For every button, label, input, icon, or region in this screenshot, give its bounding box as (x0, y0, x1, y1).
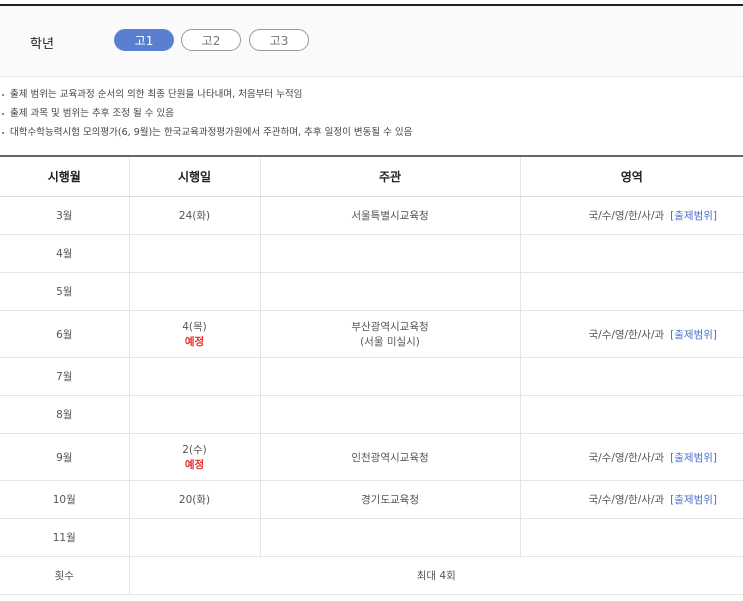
date-cell: 20(화) (128, 480, 260, 519)
month-cell: 3월 (0, 196, 129, 235)
grade-tab-3[interactable]: 고3 (249, 29, 309, 51)
scope-link[interactable]: [출제범위] (670, 494, 717, 506)
grade-tab-1[interactable]: 고1 (114, 29, 174, 51)
date-cell: 2(수) 예정 (128, 433, 260, 481)
grade-label: 학년 (30, 37, 54, 52)
area-text: 국/수/영/한/사/과 (588, 328, 665, 341)
header-date: 시행일 (128, 156, 260, 197)
table-row: 10월 20(화) 경기도교육청 국/수/영/한/사/과 [출제범위] (0, 480, 743, 519)
area-cell (519, 272, 743, 311)
table-row: 8월 (0, 395, 743, 434)
org-text: 서울특별시교육청 (351, 210, 429, 222)
header-org: 주관 (259, 156, 520, 197)
org-cell: 부산광역시교육청 (서울 미실시) (259, 310, 520, 358)
month-cell: 10월 (0, 480, 129, 519)
table-row: 7월 (0, 357, 743, 396)
date-cell (128, 234, 260, 273)
header-area: 영역 (519, 156, 743, 197)
area-cell (519, 395, 743, 434)
scope-link[interactable]: [출제범위] (670, 452, 717, 464)
schedule-table: 시행월 시행일 주관 영역 3월 24(화) 서울특별시교육청 국/수/영/한/… (0, 155, 743, 595)
org-cell (259, 272, 520, 311)
total-row: 횟수 최대 4회 (0, 556, 743, 595)
area-text: 국/수/영/한/사/과 (588, 451, 665, 464)
notes-list: 출제 범위는 교육과정 순서의 의한 최종 단원을 나타내며, 처음부터 누적임… (0, 77, 743, 142)
month-cell: 4월 (0, 234, 129, 273)
note: 출제 과목 및 범위는 추후 조정 될 수 있음 (0, 104, 743, 123)
org-cell: 경기도교육청 (259, 480, 520, 519)
date-cell (128, 395, 260, 434)
month-cell: 11월 (0, 518, 129, 557)
org-cell (259, 395, 520, 434)
total-value: 최대 4회 (128, 556, 743, 595)
date-cell (128, 357, 260, 396)
table-row: 6월 4(목) 예정 부산광역시교육청 (서울 미실시) 국/수/영/한/사/과 [출… (0, 310, 743, 358)
org-cell (259, 234, 520, 273)
area-cell (519, 234, 743, 273)
note: 대학수학능력시험 모의평가(6, 9월)는 한국교육과정평가원에서 주관하며, … (0, 123, 743, 142)
header-month: 시행월 (0, 156, 129, 197)
grade-selector: 학년 고1 고2 고3 (0, 4, 743, 77)
area-cell: 국/수/영/한/사/과 [출제범위] (519, 433, 743, 481)
area-text: 국/수/영/한/사/과 (588, 494, 665, 506)
org-cell: 인천광역시교육청 (259, 433, 520, 481)
month-cell: 8월 (0, 395, 129, 434)
org-text: 부산광역시교육청 (351, 321, 429, 333)
month-cell: 5월 (0, 272, 129, 311)
note: 출제 범위는 교육과정 순서의 의한 최종 단원을 나타내며, 처음부터 누적임 (0, 85, 743, 104)
org-cell (259, 357, 520, 396)
org-note: (서울 미실시) (360, 336, 420, 348)
area-cell: 국/수/영/한/사/과 [출제범위] (519, 196, 743, 235)
status-badge: 예정 (184, 459, 205, 471)
month-cell: 6월 (0, 310, 129, 358)
org-text: 경기도교육청 (361, 494, 419, 506)
area-text: 국/수/영/한/사/과 (588, 210, 665, 222)
area-cell (519, 518, 743, 557)
table-row: 4월 (0, 234, 743, 273)
area-cell (519, 357, 743, 396)
total-label: 횟수 (0, 556, 129, 595)
date-cell (128, 272, 260, 311)
date-text: 24(화) (178, 210, 211, 222)
date-text: 4(목) (182, 321, 207, 333)
date-text: 20(화) (178, 494, 211, 506)
org-cell: 서울특별시교육청 (259, 196, 520, 235)
date-cell: 4(목) 예정 (128, 310, 260, 358)
month-cell: 7월 (0, 357, 129, 396)
area-cell: 국/수/영/한/사/과 [출제범위] (519, 480, 743, 519)
status-badge: 예정 (184, 336, 205, 348)
scope-link[interactable]: [출제범위] (670, 329, 717, 341)
area-cell: 국/수/영/한/사/과 [출제범위] (519, 310, 743, 358)
table-row: 9월 2(수) 예정 인천광역시교육청 국/수/영/한/사/과 [출제범위] (0, 433, 743, 481)
date-text: 2(수) (182, 444, 207, 456)
month-cell: 9월 (0, 433, 129, 481)
org-cell (259, 518, 520, 557)
date-cell: 24(화) (128, 196, 260, 235)
table-row: 3월 24(화) 서울특별시교육청 국/수/영/한/사/과 [출제범위] (0, 196, 743, 235)
grade-tab-2[interactable]: 고2 (181, 29, 241, 51)
org-text: 인천광역시교육청 (351, 451, 429, 464)
table-row: 5월 (0, 272, 743, 311)
scope-link[interactable]: [출제범위] (670, 210, 717, 222)
table-row: 11월 (0, 518, 743, 557)
date-cell (128, 518, 260, 557)
